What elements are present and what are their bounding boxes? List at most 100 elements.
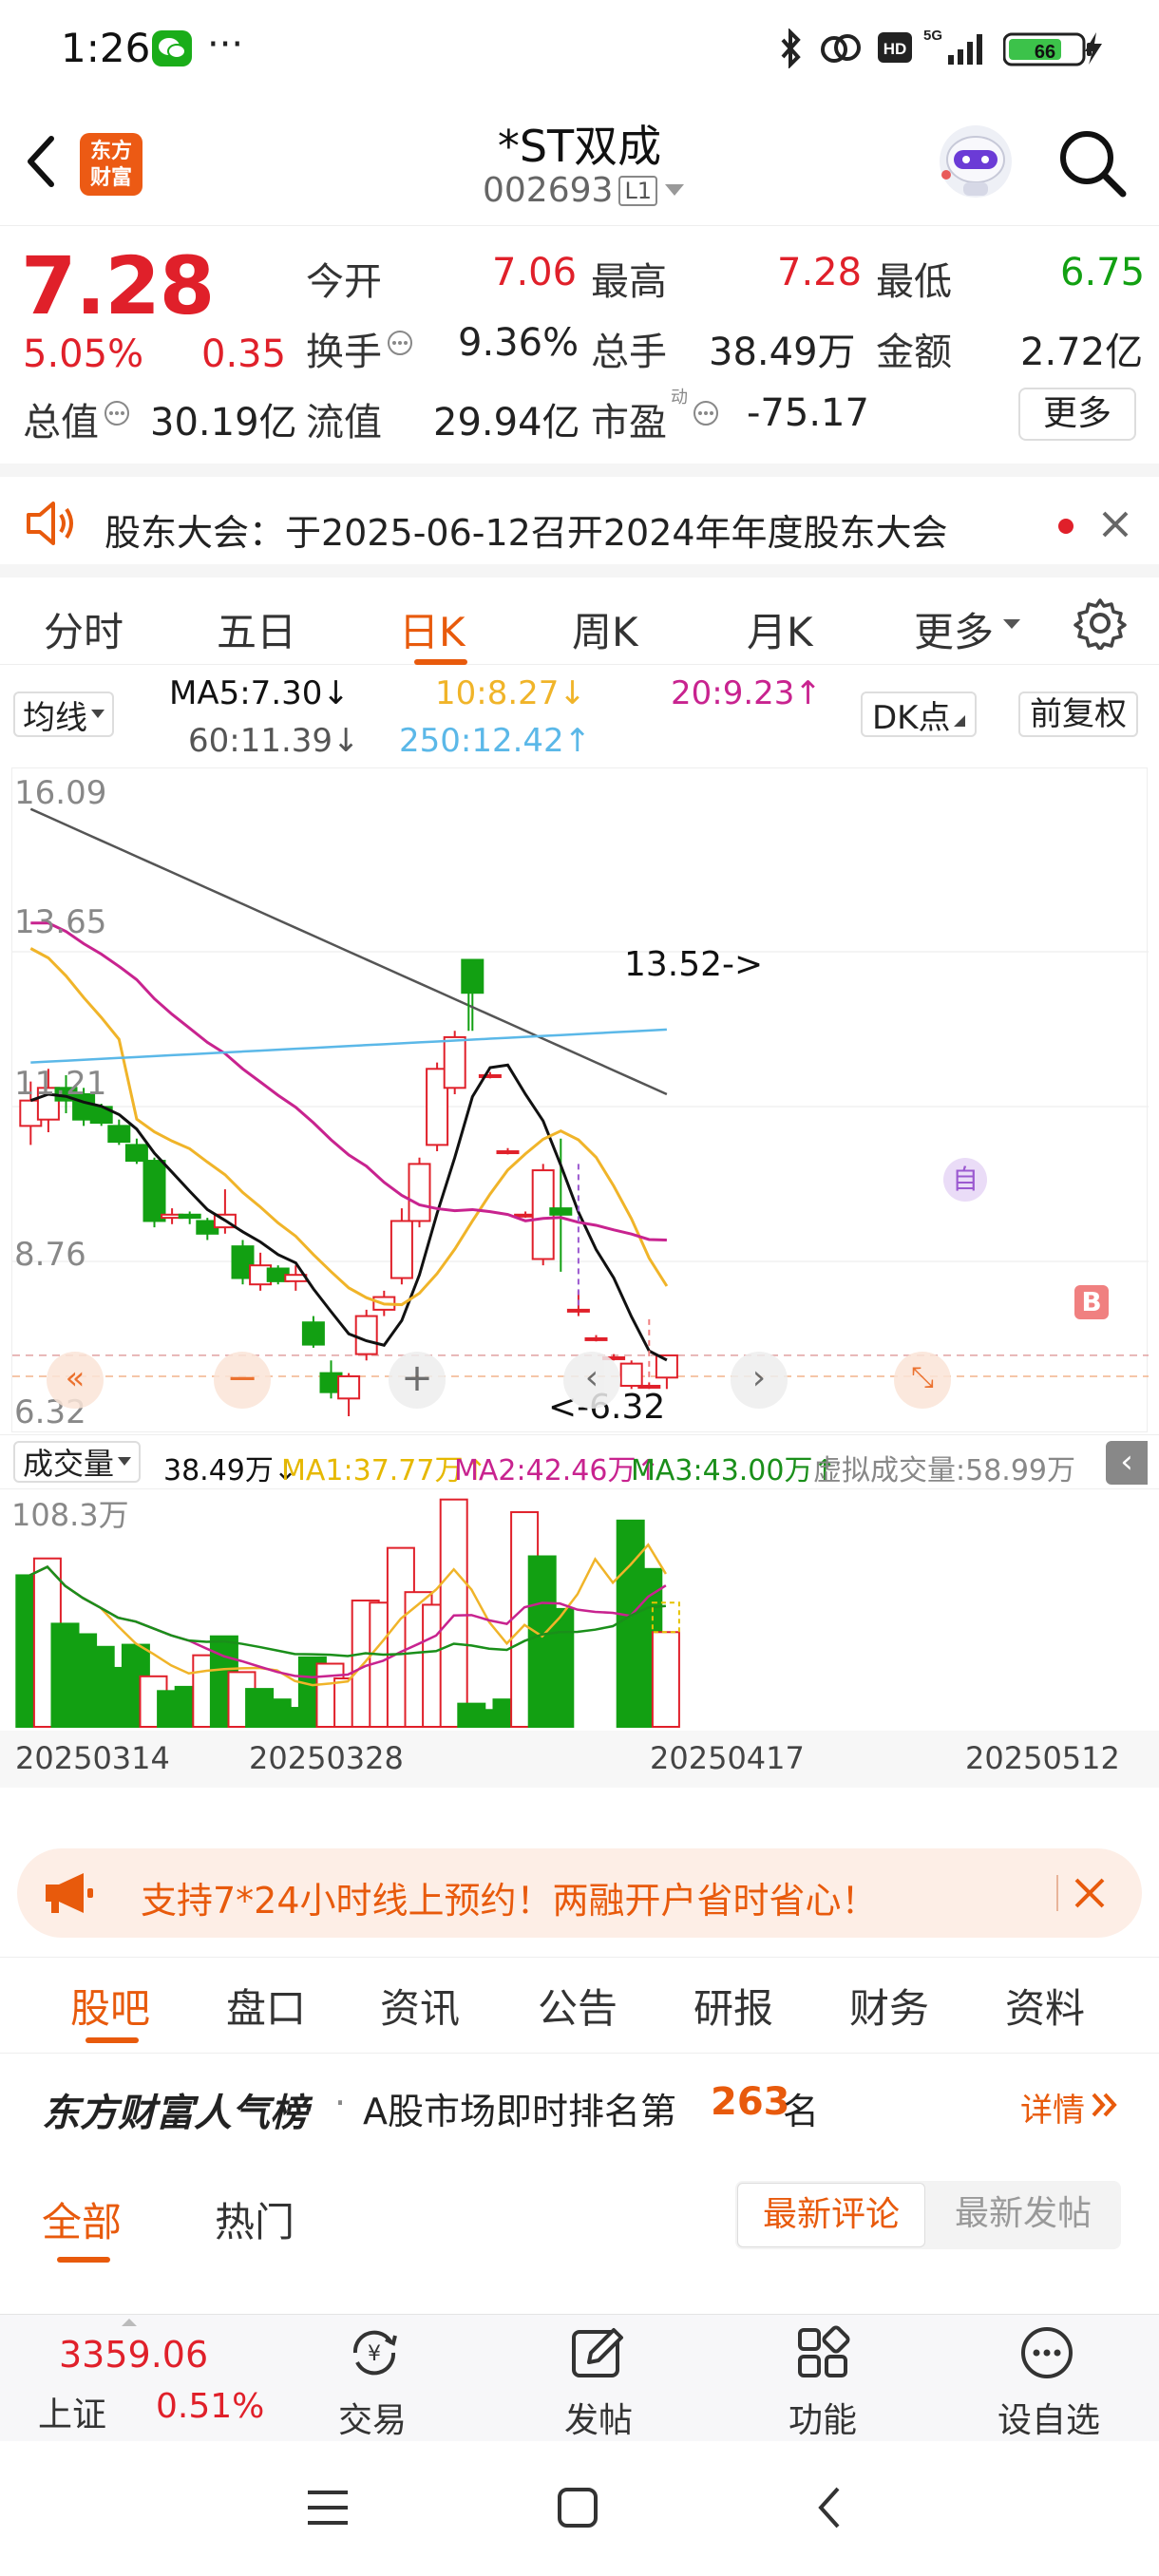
- popularity-rank-row[interactable]: 东方财富人气榜 · A股市场即时排名第 263 名 详情: [0, 2054, 1159, 2156]
- volume-svg: [15, 1498, 680, 1729]
- volume-bar: [651, 1631, 680, 1728]
- info-icon[interactable]: [692, 399, 720, 427]
- amount-value: 2.72亿: [1020, 331, 1144, 374]
- tab-profile[interactable]: 资料: [1005, 1977, 1085, 2035]
- dk-point-label: DK点: [872, 698, 951, 737]
- hd-icon: HD: [878, 32, 912, 63]
- promo-banner[interactable]: 支持7*24小时线上预约！两融开户省时省心！: [17, 1848, 1142, 1938]
- prev-candle-button[interactable]: ‹: [563, 1352, 620, 1409]
- ma250-line: [30, 1028, 667, 1064]
- function-button[interactable]: 功能: [766, 2315, 880, 2442]
- tab-weekly-k[interactable]: 周K: [572, 600, 638, 658]
- post-button[interactable]: 发帖: [542, 2315, 656, 2442]
- tab-announcements[interactable]: 公告: [538, 1977, 618, 2035]
- svg-text:¥: ¥: [368, 2342, 381, 2366]
- filter-hot[interactable]: 热门: [215, 2190, 294, 2248]
- candle-body: [408, 1163, 431, 1222]
- tab-news[interactable]: 资讯: [380, 1977, 460, 2035]
- self-select-marker: 自: [943, 1158, 987, 1202]
- candle-body: [354, 1315, 378, 1355]
- volume-selector[interactable]: 成交量: [13, 1441, 142, 1483]
- tab-five-day[interactable]: 五日: [217, 600, 296, 658]
- sort-latest-post[interactable]: 最新发帖: [929, 2183, 1117, 2247]
- next-candle-button[interactable]: ›: [731, 1352, 788, 1409]
- dk-point-button[interactable]: DK点: [861, 691, 978, 737]
- tab-intraday[interactable]: 分时: [44, 600, 124, 658]
- home-icon[interactable]: [557, 2487, 598, 2529]
- sort-latest-comment[interactable]: 最新评论: [737, 2183, 925, 2247]
- candle-body: [337, 1374, 361, 1400]
- promo-divider: [1056, 1875, 1058, 1911]
- ma-selector[interactable]: 均线: [13, 691, 114, 737]
- search-icon[interactable]: [1056, 127, 1129, 199]
- zoom-out-button[interactable]: −: [214, 1352, 271, 1409]
- tab-forum[interactable]: 股吧: [70, 1977, 150, 2035]
- float-cap-value: 29.94亿: [433, 401, 580, 445]
- dropdown-icon: [665, 183, 685, 198]
- tab-financials[interactable]: 财务: [849, 1977, 929, 2035]
- volume-value: 38.49万: [709, 331, 856, 374]
- index-name: 上证: [38, 2396, 107, 2434]
- back-nav-icon[interactable]: [815, 2485, 844, 2530]
- low-value: 6.75: [1060, 251, 1146, 294]
- info-icon[interactable]: [386, 329, 414, 357]
- filter-all[interactable]: 全部: [42, 2190, 122, 2248]
- index-widget[interactable]: 3359.06 上证 0.51%: [0, 2315, 285, 2442]
- rank-detail-link[interactable]: 详情: [1020, 2084, 1085, 2131]
- kline-chart[interactable]: 16.09 13.65 11.21 8.76 6.32 13.52-> <-6.…: [11, 767, 1149, 1432]
- candle-body: [443, 1035, 466, 1089]
- rank-number: 263: [711, 2080, 790, 2124]
- high-label: 最高: [591, 260, 667, 304]
- charging-icon: [1083, 32, 1104, 65]
- notice-text: 股东大会：于2025-06-12召开2024年年度股东大会: [104, 512, 948, 554]
- adjust-button[interactable]: 前复权: [1018, 691, 1138, 737]
- tab-order-book[interactable]: 盘口: [226, 1977, 306, 2035]
- zoom-in-button[interactable]: +: [389, 1352, 446, 1409]
- tab-daily-k[interactable]: 日K: [399, 600, 466, 658]
- stock-code-row[interactable]: 002693 L1: [483, 171, 685, 210]
- ma10-value: 10:8.27↓: [435, 674, 586, 712]
- settings-icon[interactable]: [1074, 597, 1127, 650]
- close-icon[interactable]: [1100, 509, 1130, 540]
- candle-body: [584, 1336, 608, 1341]
- pe-label: 市盈: [591, 401, 667, 445]
- more-button[interactable]: 更多: [1018, 388, 1136, 441]
- date-label-3: 20250417: [650, 1740, 805, 1776]
- post-label: 发帖: [564, 2401, 634, 2440]
- hotspot-icon: [819, 30, 863, 66]
- tab-research[interactable]: 研报: [694, 1977, 773, 2035]
- ma250-value: 250:12.42↑: [399, 722, 592, 760]
- add-watchlist-button[interactable]: 设自选: [988, 2315, 1121, 2442]
- trade-button[interactable]: ¥ 交易: [317, 2315, 431, 2442]
- y-label-3: 11.21: [14, 1065, 107, 1103]
- volume-chart[interactable]: 108.3万: [11, 1491, 1148, 1729]
- tab-monthly-k[interactable]: 月K: [747, 600, 813, 658]
- notice-bar[interactable]: 股东大会：于2025-06-12召开2024年年度股东大会: [0, 464, 1159, 562]
- ma20-value: 20:9.23↑: [671, 674, 822, 712]
- menu-icon[interactable]: [306, 2489, 350, 2527]
- close-icon[interactable]: [1074, 1877, 1106, 1909]
- y-label-4: 8.76: [14, 1236, 86, 1274]
- scroll-left-button[interactable]: «: [47, 1352, 104, 1409]
- section-tabs: 股吧 盘口 资讯 公告 研报 财务 资料: [0, 1957, 1159, 2054]
- tab-more[interactable]: 更多: [914, 600, 994, 658]
- candle-body: [549, 1207, 573, 1216]
- high-value: 7.28: [777, 251, 863, 294]
- fullscreen-button[interactable]: ⤡: [894, 1352, 951, 1409]
- robot-assistant-icon[interactable]: [933, 122, 1018, 201]
- rank-brand: 东方财富人气榜: [42, 2092, 308, 2135]
- candle-body: [178, 1213, 201, 1220]
- date-label-1: 20250314: [15, 1740, 170, 1776]
- megaphone-icon: [42, 1869, 95, 1917]
- kline-svg: [12, 807, 1149, 1416]
- virtual-volume: 虚拟成交量:58.99万: [813, 1454, 1075, 1487]
- info-icon[interactable]: [103, 399, 131, 427]
- collapse-side-button[interactable]: ‹: [1106, 1441, 1148, 1485]
- function-label: 功能: [788, 2401, 858, 2440]
- volume-legend-bar: 成交量 38.49万↓ MA1:37.77万↑ MA2:42.46万↑ MA3:…: [0, 1434, 1159, 1489]
- wechat-icon: [152, 30, 192, 66]
- volume-ma3: MA3:43.00万↑: [631, 1454, 837, 1487]
- change-amount: 0.35: [201, 332, 287, 376]
- active-section-indicator: [86, 2037, 139, 2043]
- index-value: 3359.06: [59, 2334, 209, 2376]
